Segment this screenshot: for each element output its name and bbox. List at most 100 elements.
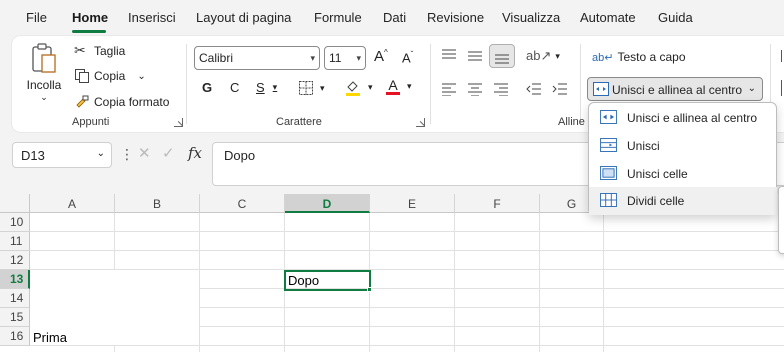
column-header-e[interactable]: E xyxy=(370,194,455,213)
gridline xyxy=(199,213,200,352)
active-cell-border xyxy=(284,270,371,291)
fill-color-button[interactable]: ▾ xyxy=(344,78,373,96)
decrease-indent-icon[interactable] xyxy=(526,82,542,96)
column-header-f[interactable]: F xyxy=(455,194,540,213)
font-color-button[interactable]: A ▾ xyxy=(386,78,412,95)
insert-function-icon[interactable]: fx xyxy=(188,144,202,162)
align-bottom-button[interactable] xyxy=(489,44,515,68)
tab-page-layout[interactable]: Layout di pagina xyxy=(196,10,291,25)
alignment-group-label: Alline xyxy=(558,116,585,128)
row-header-16[interactable]: 16 xyxy=(0,327,30,346)
increase-font-icon: A^ xyxy=(374,48,388,65)
gridline xyxy=(603,213,604,352)
row-header-11[interactable]: 11 xyxy=(0,232,30,251)
wrap-text-label: Testo a capo xyxy=(617,50,686,64)
tab-automate[interactable]: Automate xyxy=(580,10,636,25)
bold-label: G xyxy=(202,80,213,95)
align-right-icon[interactable] xyxy=(493,82,509,96)
tab-help[interactable]: Guida xyxy=(658,10,693,25)
tab-formulas[interactable]: Formule xyxy=(314,10,362,25)
align-center-icon[interactable] xyxy=(467,82,483,96)
orientation-icon: ab↗ xyxy=(526,48,552,63)
italic-label: C xyxy=(230,80,240,95)
wrap-text-button[interactable]: ab↵ Testo a capo xyxy=(592,50,686,64)
font-launcher-icon[interactable] xyxy=(416,118,425,127)
borders-icon xyxy=(299,81,313,95)
increase-indent-icon[interactable] xyxy=(552,82,568,96)
cut-button[interactable]: ✂ Taglia xyxy=(74,42,125,59)
align-middle-icon[interactable] xyxy=(467,48,483,62)
select-all-corner[interactable] xyxy=(0,194,30,213)
paste-label: Incolla xyxy=(26,78,62,92)
gridline xyxy=(200,326,784,327)
menu-item-merge-center[interactable]: Unisci e allinea al centro xyxy=(589,104,777,132)
row-header-14[interactable]: 14 xyxy=(0,289,30,308)
decrease-font-icon: Aˇ xyxy=(402,50,414,66)
font-size-select[interactable]: 11 ▾ xyxy=(324,46,366,70)
adjacent-popup-edge xyxy=(778,186,784,254)
paste-button[interactable]: Incolla ⌄ xyxy=(24,42,64,106)
row-header-15[interactable]: 15 xyxy=(0,308,30,327)
copy-icon xyxy=(75,69,89,83)
name-box-value: D13 xyxy=(21,148,45,163)
clipboard-launcher-icon[interactable] xyxy=(174,118,183,127)
tab-insert[interactable]: Inserisci xyxy=(128,10,176,25)
cancel-icon[interactable]: ✕ xyxy=(138,144,151,162)
row-header-13[interactable]: 13 xyxy=(0,270,30,289)
column-header-d[interactable]: D xyxy=(285,194,370,213)
chevron-down-icon: ▾ xyxy=(555,50,560,61)
merge-cells-icon xyxy=(600,166,617,180)
gridline xyxy=(454,213,455,352)
merge-center-button[interactable]: Unisci e allinea al centro ⌄ xyxy=(587,77,763,101)
gridline xyxy=(30,231,784,232)
font-color-icon: A xyxy=(386,78,400,95)
menu-item-unmerge-cells[interactable]: Dividi celle xyxy=(589,187,777,215)
menu-item-label: Dividi celle xyxy=(627,194,685,208)
decrease-font-size-button[interactable]: Aˇ xyxy=(402,50,413,65)
enter-icon[interactable]: ✓ xyxy=(162,144,175,162)
font-size-value: 11 xyxy=(329,51,342,65)
unmerge-cells-icon xyxy=(600,193,617,207)
chevron-down-icon: ⌄ xyxy=(137,70,146,82)
chevron-down-icon: ▾ xyxy=(272,82,278,92)
align-left-icon[interactable] xyxy=(441,82,457,96)
orientation-button[interactable]: ab↗ ▾ xyxy=(526,48,560,64)
fill-color-icon xyxy=(346,81,360,96)
increase-font-size-button[interactable]: A^ xyxy=(374,48,388,65)
tab-file[interactable]: File xyxy=(26,10,47,25)
menu-item-label: Unisci xyxy=(627,139,660,153)
menu-item-merge-across[interactable]: Unisci xyxy=(589,132,777,160)
row-header-10[interactable]: 10 xyxy=(0,213,30,232)
name-box[interactable]: D13 ⌄ xyxy=(12,142,112,168)
font-name-select[interactable]: Calibri ▾ xyxy=(194,46,320,70)
worksheet[interactable] xyxy=(0,194,784,352)
clipboard-group-label: Appunti xyxy=(72,116,110,128)
italic-button[interactable]: C xyxy=(230,80,239,95)
align-top-icon[interactable] xyxy=(441,48,457,62)
tab-home[interactable]: Home xyxy=(72,10,108,25)
tab-review[interactable]: Revisione xyxy=(427,10,484,25)
column-header-a[interactable]: A xyxy=(30,194,115,213)
cell-a16[interactable]: Prima xyxy=(33,330,67,345)
group-divider xyxy=(186,44,187,124)
more-options-icon[interactable]: ⋮ xyxy=(120,146,134,163)
formula-value: Dopo xyxy=(224,148,256,163)
copy-button[interactable]: Copia ⌄ xyxy=(74,68,146,84)
format-painter-button[interactable]: Copia formato xyxy=(74,94,169,110)
copy-label: Copia xyxy=(94,69,126,83)
fill-handle[interactable] xyxy=(367,287,372,292)
format-painter-label: Copia formato xyxy=(94,95,170,109)
underline-button[interactable]: S ▾ xyxy=(256,80,277,95)
column-header-c[interactable]: C xyxy=(200,194,285,213)
merge-center-icon xyxy=(600,110,617,124)
menu-bar: File Home Inserisci Layout di pagina For… xyxy=(0,0,784,36)
menu-item-label: Unisci e allinea al centro xyxy=(627,111,758,125)
menu-item-merge-cells[interactable]: Unisci celle xyxy=(589,160,777,188)
row-header-12[interactable]: 12 xyxy=(0,251,30,270)
bold-button[interactable]: G xyxy=(202,80,212,95)
borders-button[interactable]: ▾ xyxy=(298,80,325,96)
tab-data[interactable]: Dati xyxy=(383,10,406,25)
chevron-down-icon: ⌄ xyxy=(40,92,48,102)
column-header-b[interactable]: B xyxy=(115,194,200,213)
tab-view[interactable]: Visualizza xyxy=(502,10,560,25)
